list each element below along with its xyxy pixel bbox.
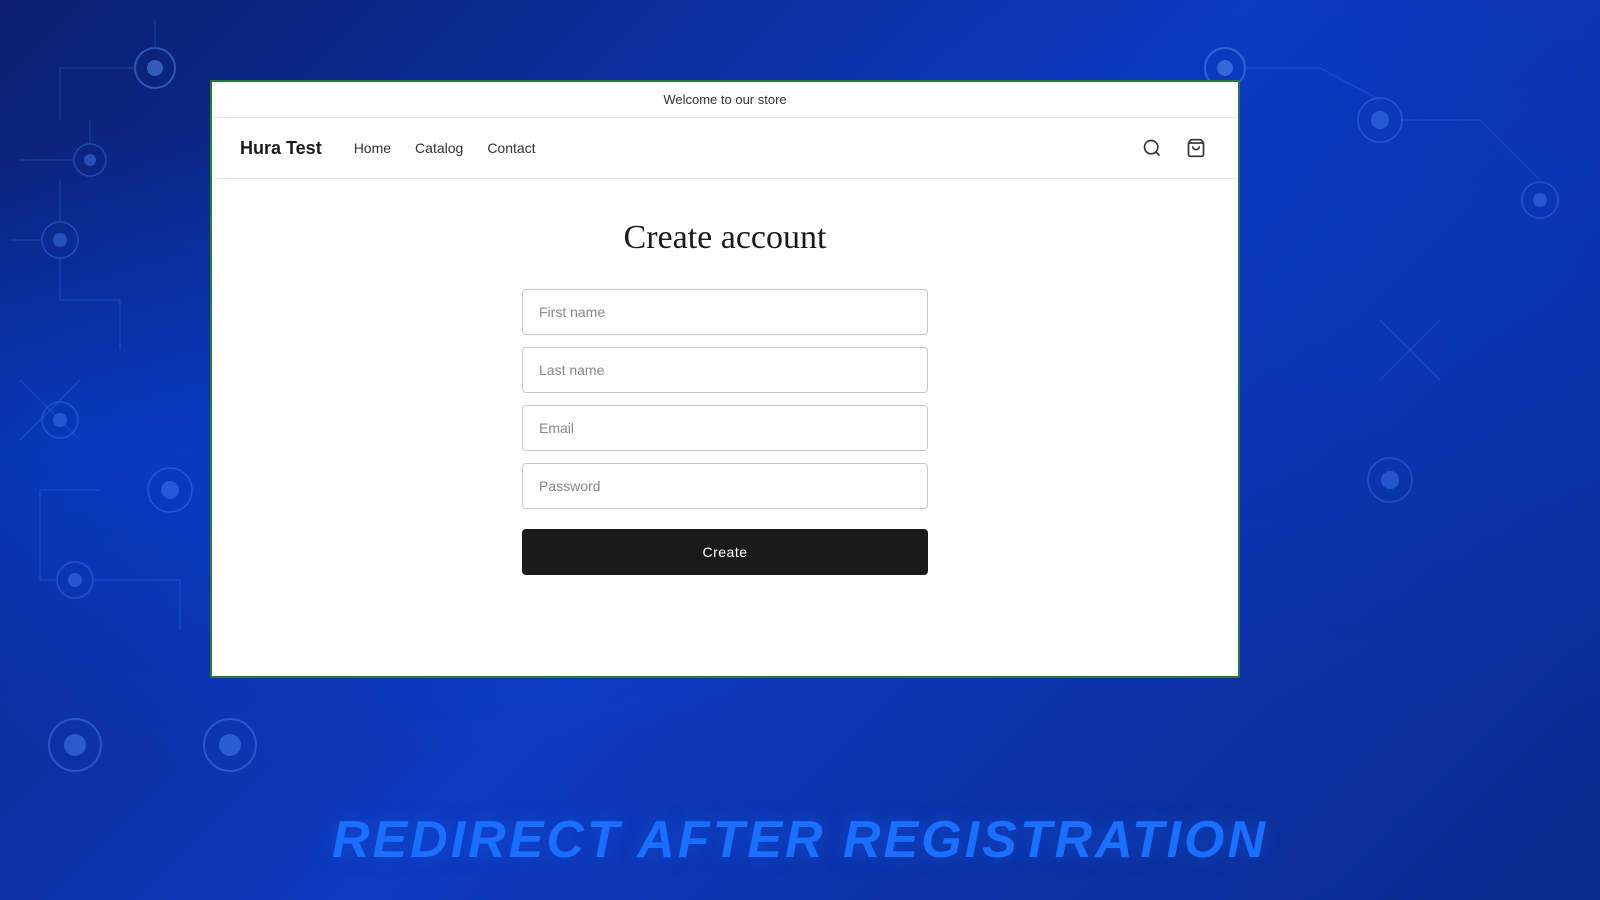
nav-link-contact[interactable]: Contact	[487, 140, 535, 156]
store-window: Welcome to our store Hura Test Home Cata…	[210, 80, 1240, 678]
cart-button[interactable]	[1182, 134, 1210, 162]
announcement-text: Welcome to our store	[663, 92, 786, 107]
nav-link-home[interactable]: Home	[354, 140, 391, 156]
create-account-form: Create	[522, 289, 928, 575]
first-name-input[interactable]	[522, 289, 928, 335]
nav-link-catalog[interactable]: Catalog	[415, 140, 463, 156]
bottom-banner-text: REDIRECT AFTER REGISTRATION	[332, 810, 1268, 870]
email-input[interactable]	[522, 405, 928, 451]
page-title: Create account	[624, 219, 827, 257]
main-content: Create account Create	[212, 179, 1238, 676]
nav-links: Home Catalog Contact	[354, 140, 1138, 156]
nav-icons	[1138, 134, 1210, 162]
search-button[interactable]	[1138, 134, 1166, 162]
store-logo: Hura Test	[240, 138, 322, 159]
announcement-bar: Welcome to our store	[212, 82, 1238, 118]
nav-header: Hura Test Home Catalog Contact	[212, 118, 1238, 179]
last-name-input[interactable]	[522, 347, 928, 393]
bottom-banner: REDIRECT AFTER REGISTRATION	[0, 780, 1600, 900]
password-input[interactable]	[522, 463, 928, 509]
search-icon	[1142, 138, 1162, 158]
create-button[interactable]: Create	[522, 529, 928, 575]
cart-icon	[1186, 138, 1206, 158]
